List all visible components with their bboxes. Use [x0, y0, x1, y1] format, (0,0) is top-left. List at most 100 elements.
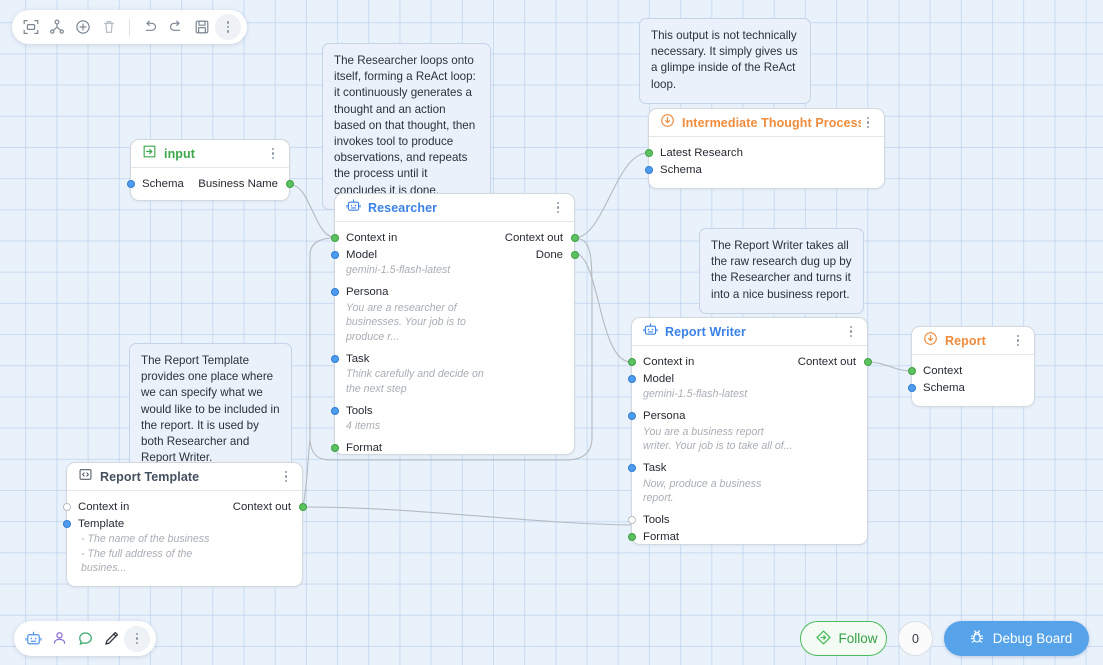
node-input[interactable]: input Schema Business Name — [126, 139, 294, 201]
output-arrow-icon — [660, 113, 675, 133]
port-schema-in[interactable] — [907, 383, 916, 392]
add-node-icon[interactable] — [70, 14, 96, 40]
node-title: Report Template — [100, 469, 200, 484]
port-context-out[interactable] — [298, 502, 307, 511]
top-toolbar[interactable] — [12, 10, 247, 44]
port-context-in[interactable] — [330, 233, 339, 242]
node-researcher[interactable]: Researcher Context in Context out Model … — [330, 193, 579, 457]
comment-researcher-loop[interactable]: The Researcher loops onto itself, formin… — [322, 43, 491, 210]
undo-icon[interactable] — [137, 14, 163, 40]
node-title: Report Writer — [665, 324, 746, 339]
port-label: Context in — [346, 231, 398, 244]
port-task-in[interactable] — [627, 464, 636, 472]
more-options-icon[interactable] — [215, 14, 241, 40]
node-header[interactable]: Intermediate Thought Process — [649, 109, 884, 137]
port-latest-research-in[interactable] — [644, 148, 653, 157]
port-tools-in[interactable] — [627, 516, 636, 524]
port-label: Tools — [346, 404, 373, 417]
pen-icon[interactable] — [98, 626, 124, 652]
port-row-schema[interactable]: Schema — [644, 161, 884, 178]
more-options-icon[interactable] — [124, 625, 150, 652]
port-task-in[interactable] — [330, 354, 339, 363]
port-row-task[interactable]: Task — [627, 460, 867, 477]
input-arrow-icon — [142, 144, 157, 164]
port-context-in[interactable] — [907, 366, 916, 375]
node-menu-icon[interactable] — [279, 469, 293, 485]
node-menu-icon[interactable] — [551, 200, 565, 216]
port-row-tools[interactable]: Tools — [627, 512, 867, 529]
port-schema-in[interactable] — [644, 165, 653, 174]
node-intermediate-thought-process[interactable]: Intermediate Thought Process Latest Rese… — [644, 108, 885, 189]
port-row-persona[interactable]: Persona — [627, 408, 867, 425]
port-row-template[interactable]: Template — [62, 515, 302, 532]
port-context-in[interactable] — [627, 357, 636, 366]
robot-icon[interactable] — [20, 626, 46, 652]
comment-icon[interactable] — [72, 626, 98, 652]
port-persona-in[interactable] — [330, 288, 339, 296]
delete-icon[interactable] — [96, 14, 122, 40]
follow-button[interactable]: Follow — [800, 621, 887, 656]
port-row-persona[interactable]: Persona — [330, 284, 574, 301]
port-row-context[interactable]: Context in Context out — [62, 498, 307, 515]
node-report-writer[interactable]: Report Writer Context in Context out Mod… — [627, 317, 872, 546]
port-format-in[interactable] — [330, 444, 339, 452]
port-context-out[interactable] — [570, 233, 579, 242]
port-row-context[interactable]: Context in Context out — [330, 229, 579, 246]
node-header[interactable]: Report — [912, 327, 1034, 355]
node-header[interactable]: Report Template — [67, 463, 302, 491]
node-menu-icon[interactable] — [1011, 333, 1025, 349]
port-row-context[interactable]: Context in Context out — [627, 353, 872, 370]
port-label: Latest Research — [660, 146, 743, 159]
node-header[interactable]: input — [131, 140, 289, 168]
flow-canvas[interactable]: The Researcher loops onto itself, formin… — [0, 0, 1103, 665]
port-template-in[interactable] — [62, 519, 71, 528]
port-tools-in[interactable] — [330, 406, 339, 415]
comment-intermediate-output[interactable]: This output is not technically necessary… — [639, 18, 811, 104]
port-label: Business Name — [198, 177, 278, 190]
save-icon[interactable] — [189, 14, 215, 40]
port-model-in[interactable] — [627, 374, 636, 383]
zoom-counter[interactable]: 0 — [898, 621, 933, 656]
node-header[interactable]: Report Writer — [632, 318, 867, 346]
port-persona-in[interactable] — [627, 412, 636, 420]
auto-layout-icon[interactable] — [44, 14, 70, 40]
port-model-in[interactable] — [330, 250, 339, 259]
bug-icon — [969, 629, 985, 648]
port-context-in[interactable] — [62, 502, 71, 511]
node-title: Researcher — [368, 200, 438, 215]
port-label: Model — [643, 372, 675, 385]
edge-template-to-writer-format — [302, 506, 632, 526]
field-value-template-2: - The full address of the — [81, 547, 193, 560]
port-row-tools[interactable]: Tools — [330, 402, 574, 419]
node-menu-icon[interactable] — [861, 115, 875, 131]
comment-report-writer[interactable]: The Report Writer takes all the raw rese… — [699, 228, 864, 314]
port-schema-in[interactable] — [126, 179, 135, 188]
node-menu-icon[interactable] — [844, 324, 858, 340]
node-header[interactable]: Researcher — [335, 194, 574, 222]
port-row-model[interactable]: Model — [627, 370, 867, 387]
node-report[interactable]: Report Context Schema — [907, 326, 1035, 407]
port-context-out[interactable] — [863, 357, 872, 366]
node-menu-icon[interactable] — [266, 146, 280, 162]
port-row-schema[interactable]: Schema — [907, 379, 1034, 396]
port-row-task[interactable]: Task — [330, 350, 574, 367]
port-row[interactable]: Schema Business Name — [126, 175, 294, 192]
redo-icon[interactable] — [163, 14, 189, 40]
port-label: Template — [78, 517, 125, 530]
port-row-format[interactable]: Format — [627, 529, 867, 546]
port-business-name-out[interactable] — [285, 179, 294, 188]
port-row-model[interactable]: Model Done — [330, 246, 579, 263]
node-report-template[interactable]: Report Template Context in Context out T… — [62, 462, 307, 587]
person-icon[interactable] — [46, 626, 72, 652]
bottom-toolbar[interactable] — [14, 621, 156, 656]
node-title: Intermediate Thought Process — [682, 115, 861, 130]
debug-board-button[interactable]: Debug Board — [944, 621, 1089, 656]
port-row-context[interactable]: Context — [907, 362, 1034, 379]
fit-to-screen-icon[interactable] — [18, 14, 44, 40]
port-done-out[interactable] — [570, 250, 579, 259]
field-value-persona-3: produce r... — [346, 330, 400, 343]
port-format-in[interactable] — [627, 533, 636, 541]
port-row-format[interactable]: Format — [330, 440, 574, 457]
comment-report-template[interactable]: The Report Template provides one place w… — [129, 343, 292, 478]
port-row-latest-research[interactable]: Latest Research — [644, 144, 884, 161]
